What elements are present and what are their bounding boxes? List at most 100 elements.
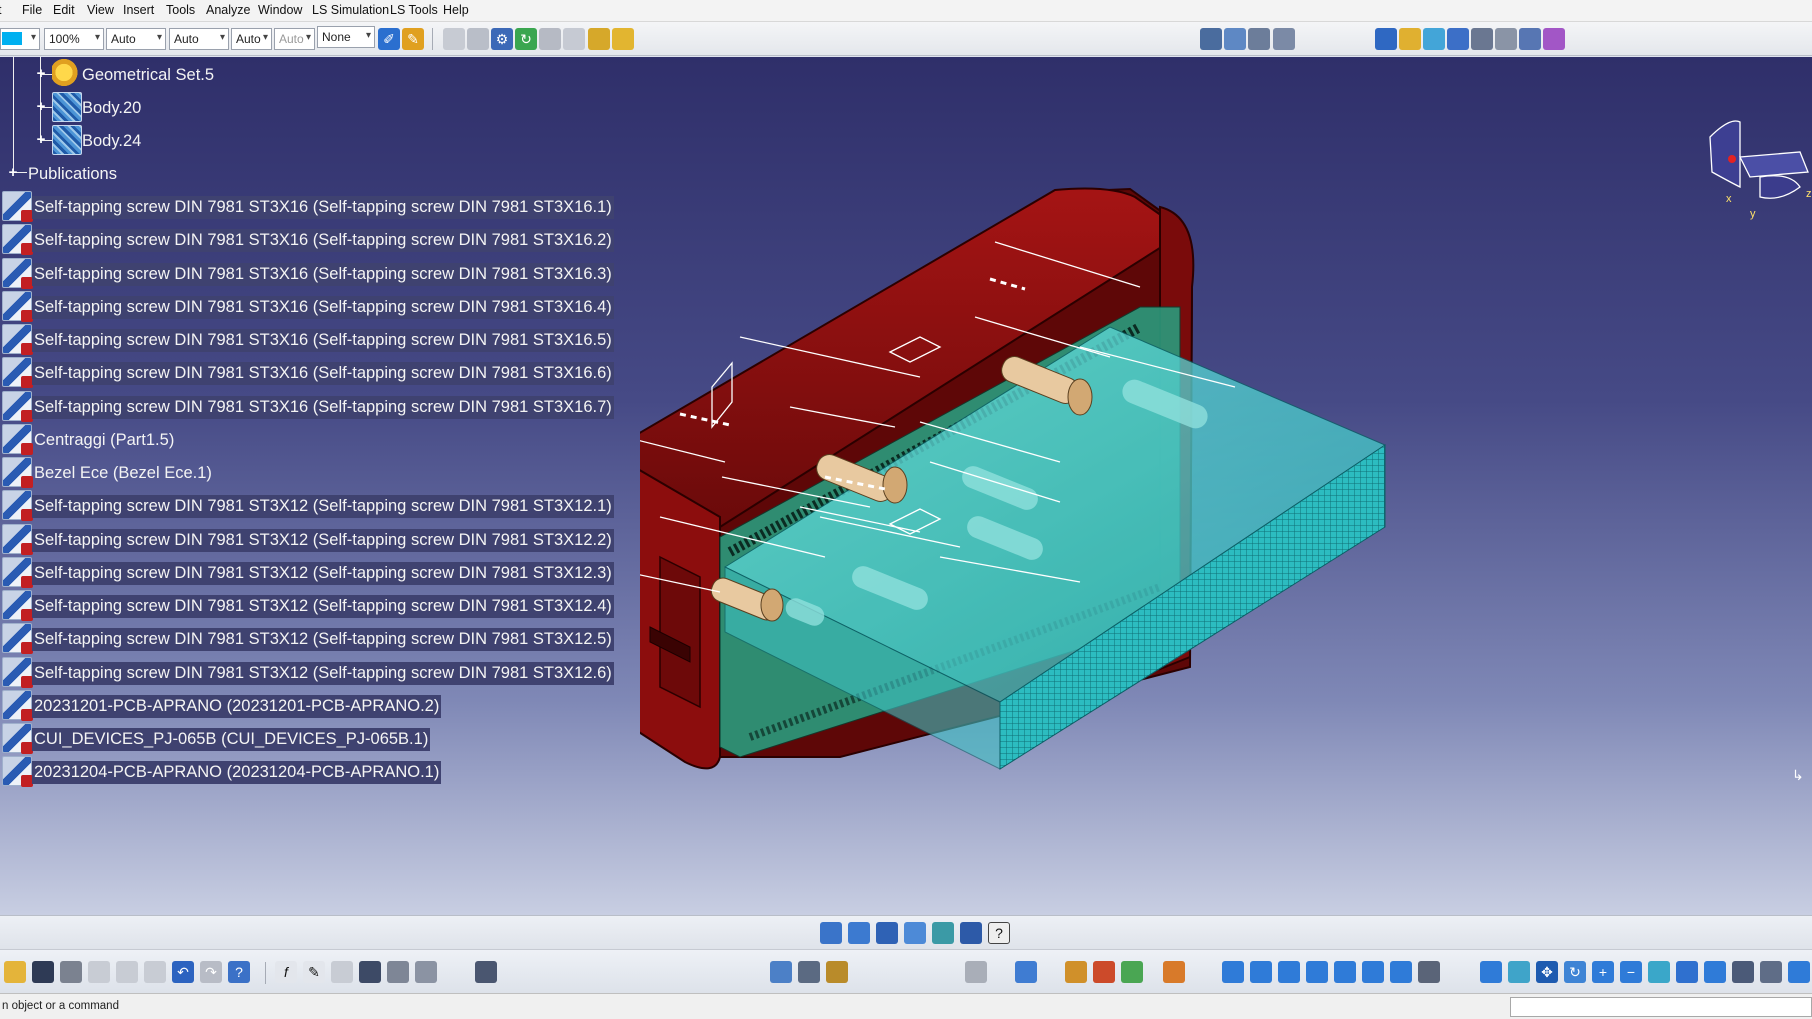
tree-node-geometrical-set[interactable]: Geometrical Set.5 — [80, 64, 216, 87]
tree-node-part[interactable]: Self-tapping screw DIN 7981 ST3X12 (Self… — [32, 661, 614, 685]
whats-this-icon[interactable]: ? — [228, 961, 250, 983]
expand-icon[interactable]: + — [35, 132, 47, 147]
tree-node-part[interactable]: Self-tapping screw DIN 7981 ST3X16 (Self… — [32, 262, 614, 286]
tree-node-part[interactable]: Self-tapping screw DIN 7981 ST3X16 (Self… — [32, 229, 614, 253]
fit-all-icon[interactable] — [1508, 961, 1530, 983]
tree-node-part[interactable]: Self-tapping screw DIN 7981 ST3X16 (Self… — [32, 196, 614, 219]
quick-view-icon[interactable] — [1704, 961, 1726, 983]
tree-node-part[interactable]: Self-tapping screw DIN 7981 ST3X12 (Self… — [32, 561, 614, 585]
tree-node-part[interactable]: Bezel Ece (Bezel Ece.1) — [32, 462, 214, 485]
render-icon[interactable] — [1065, 961, 1087, 983]
brush-icon[interactable]: ✎ — [402, 28, 424, 50]
tree-node-part[interactable]: 20231201-PCB-APRANO (20231201-PCB-APRANO… — [32, 694, 442, 718]
menu-analyze[interactable]: Analyze — [206, 3, 250, 17]
menu-edit[interactable]: Edit — [53, 3, 75, 17]
tools-icon[interactable] — [539, 28, 561, 50]
snap-icon[interactable] — [1423, 28, 1445, 50]
component-icon[interactable] — [1224, 28, 1246, 50]
cube-icon[interactable] — [1399, 28, 1421, 50]
menu-file[interactable]: File — [22, 3, 42, 17]
bottom-view-icon[interactable] — [1390, 961, 1412, 983]
paste-icon[interactable] — [144, 961, 166, 983]
surface-icon[interactable] — [1015, 961, 1037, 983]
tree-node-part[interactable]: Self-tapping screw DIN 7981 ST3X16 (Self… — [32, 329, 614, 352]
expand-icon[interactable]: + — [35, 66, 47, 81]
transparency-combo[interactable]: 100% ▾ — [44, 28, 104, 50]
cylinder-icon[interactable] — [904, 922, 926, 944]
part-icon[interactable] — [1248, 28, 1270, 50]
table-icon[interactable] — [359, 961, 381, 983]
catalog-browser-icon[interactable] — [415, 961, 437, 983]
normal-view-icon[interactable] — [1648, 961, 1670, 983]
tree-node-part[interactable]: Self-tapping screw DIN 7981 ST3X12 (Self… — [32, 495, 614, 519]
cylinder-icon[interactable] — [848, 922, 870, 944]
swap-visible-icon[interactable] — [467, 28, 489, 50]
expand-icon[interactable]: + — [7, 165, 19, 180]
knowledge-icon[interactable] — [331, 961, 353, 983]
3d-viewport[interactable]: + Geometrical Set.5 + Body.20 + Body.24 … — [0, 57, 1812, 915]
tree-node-part[interactable]: 20231204-PCB-APRANO (20231204-PCB-APRANO… — [32, 761, 442, 785]
folder-icon[interactable] — [612, 28, 634, 50]
comment-icon[interactable]: ✎ — [303, 961, 325, 983]
copy-icon[interactable] — [116, 961, 138, 983]
manipulate-icon[interactable] — [1447, 28, 1469, 50]
rotate-icon[interactable]: ↻ — [1564, 961, 1586, 983]
menu-insert[interactable]: Insert — [123, 3, 154, 17]
tree-node-body-24[interactable]: Body.24 — [80, 130, 143, 153]
menu-tools[interactable]: Tools — [166, 3, 195, 17]
hide-show-icon[interactable] — [1760, 961, 1782, 983]
measure-between-icon[interactable] — [770, 961, 792, 983]
product-icon[interactable] — [1200, 28, 1222, 50]
tree-node-part[interactable]: CUI_DEVICES_PJ-065B (CUI_DEVICES_PJ-065B… — [32, 728, 431, 751]
gear-icon[interactable]: ⚙ — [491, 28, 513, 50]
top-view-icon[interactable] — [1362, 961, 1384, 983]
cylinder-icon[interactable] — [932, 922, 954, 944]
existing-component-icon[interactable] — [1273, 28, 1295, 50]
point-symbol-combo[interactable]: Auto ▾ — [231, 28, 272, 50]
layer-combo[interactable]: None ▾ — [317, 26, 375, 48]
hide-icon[interactable] — [443, 28, 465, 50]
compass[interactable]: x y z — [1700, 117, 1812, 227]
catalog-icon[interactable] — [588, 28, 610, 50]
table-icon[interactable] — [563, 28, 585, 50]
color-combo[interactable]: ▾ — [0, 28, 40, 50]
undo-icon[interactable]: ↶ — [172, 961, 194, 983]
tree-node-part[interactable]: Self-tapping screw DIN 7981 ST3X16 (Self… — [32, 362, 614, 386]
apply-material-icon[interactable] — [1093, 961, 1115, 983]
cylinder-icon[interactable] — [820, 922, 842, 944]
cad-model[interactable] — [640, 57, 1812, 915]
fly-mode-icon[interactable] — [1480, 961, 1502, 983]
shading-icon[interactable] — [1732, 961, 1754, 983]
cylinder-icon[interactable] — [876, 922, 898, 944]
tree-node-body-20[interactable]: Body.20 — [80, 97, 143, 120]
rendering-style-combo[interactable]: Auto ▾ — [274, 28, 315, 50]
tree-node-part[interactable]: Self-tapping screw DIN 7981 ST3X12 (Self… — [32, 528, 614, 552]
formula-icon[interactable]: f — [275, 961, 297, 983]
tree-node-part[interactable]: Self-tapping screw DIN 7981 ST3X16 (Self… — [32, 395, 614, 419]
cylinder-icon[interactable] — [960, 922, 982, 944]
cut-icon[interactable] — [88, 961, 110, 983]
menu-window[interactable]: Window — [258, 3, 302, 17]
menu-help[interactable]: Help — [443, 3, 469, 17]
menu-view[interactable]: View — [87, 3, 114, 17]
constraint-icon[interactable] — [1375, 28, 1397, 50]
tree-node-part[interactable]: Self-tapping screw DIN 7981 ST3X16 (Self… — [32, 295, 614, 319]
update-icon[interactable]: ↻ — [515, 28, 537, 50]
material-icon[interactable] — [1121, 961, 1143, 983]
zoom-in-icon[interactable]: + — [1592, 961, 1614, 983]
tree-node-publications[interactable]: Publications — [26, 163, 119, 186]
measure-icon[interactable] — [1495, 28, 1517, 50]
multi-view-icon[interactable] — [1676, 961, 1698, 983]
explode-icon[interactable] — [1471, 28, 1493, 50]
measure-item-icon[interactable] — [798, 961, 820, 983]
named-views-icon[interactable] — [1418, 961, 1440, 983]
help-icon[interactable]: ? — [988, 922, 1010, 944]
open-folder-icon[interactable] — [4, 961, 26, 983]
swap-space-icon[interactable] — [1788, 961, 1810, 983]
iso-view-icon[interactable] — [1222, 961, 1244, 983]
search-icon[interactable] — [475, 961, 497, 983]
tree-node-part[interactable]: Centraggi (Part1.5) — [32, 429, 176, 452]
zoom-out-icon[interactable]: − — [1620, 961, 1642, 983]
left-view-icon[interactable] — [1306, 961, 1328, 983]
menu-ls-simulation[interactable]: LS Simulation — [312, 3, 389, 17]
